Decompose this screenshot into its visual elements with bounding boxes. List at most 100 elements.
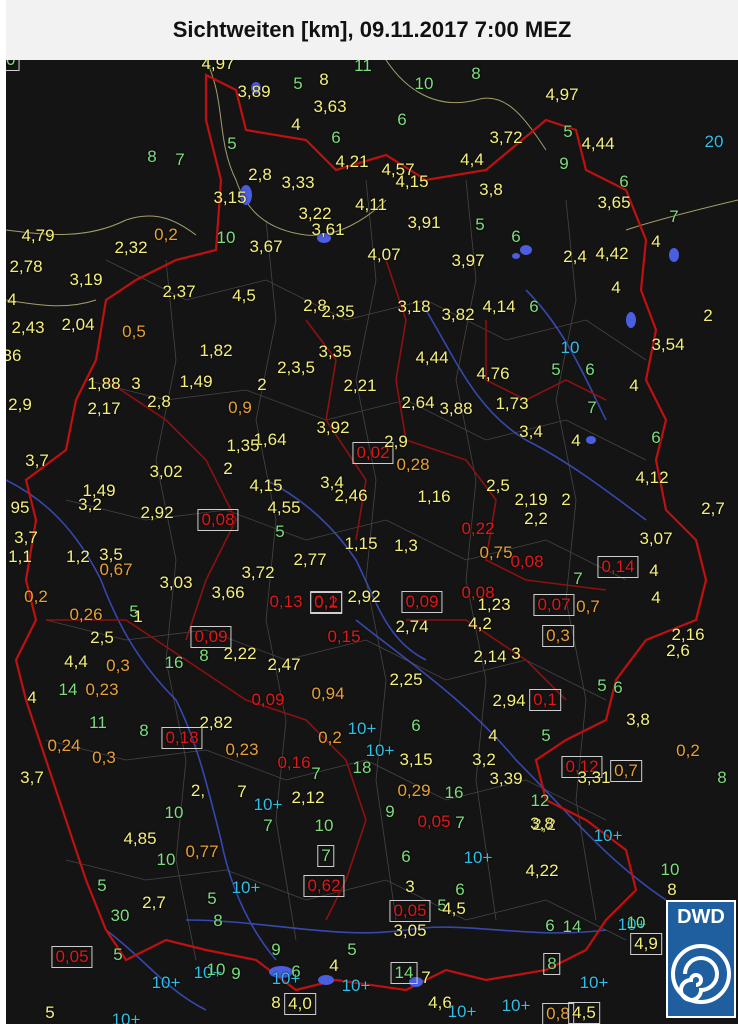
visibility-value: 5 [207,889,217,908]
visibility-value: 2 [223,459,233,478]
visibility-value: 10+ [593,826,623,845]
visibility-value: 7 [421,968,431,987]
visibility-value: 0,09 [251,690,285,709]
visibility-value: 1 [133,607,143,626]
visibility-value: 2,32 [114,238,148,257]
visibility-value: 8 [471,64,481,83]
visibility-value: 18 [352,758,372,777]
visibility-value: 7 [175,150,185,169]
visibility-value: 4 [488,726,498,745]
visibility-value: 4,4 [64,652,88,671]
visibility-value: 2,04 [61,315,95,334]
map-title: Sichtweiten [km], 09.11.2017 7:00 MEZ [172,17,572,42]
visibility-value: 0,07 [533,594,575,616]
visibility-value: 2,9 [384,432,408,451]
visibility-value: 6 [511,227,521,246]
visibility-value: 3,05 [393,921,427,940]
visibility-value: 1,82 [199,341,233,360]
visibility-value: 10+ [501,996,531,1015]
visibility-value: 10+ [271,969,301,988]
visibility-value: 2 [703,306,713,325]
visibility-value: 4,44 [415,348,449,367]
visibility-value: 6 [613,678,623,697]
visibility-value: 3,7 [25,451,49,470]
visibility-value: 2,92 [140,503,174,522]
visibility-value: 0,1 [529,689,561,711]
visibility-value: 2,8 [248,165,272,184]
visibility-value: 3,8 [479,180,503,199]
visibility-value: 0,62 [303,875,345,897]
visibility-value: 2,6 [666,641,690,660]
visibility-value: 0,9 [228,398,252,417]
visibility-value: 14 [58,680,78,699]
visibility-value: 14 [562,917,582,936]
visibility-value: 0,29 [397,781,431,800]
visibility-value: 3 [131,374,141,393]
visibility-map: 4,97 3,89 5 8 11 10 8 4,97 3,63 4 6 6 3,72 5 4,44 20 8 7 5… [6,60,738,1024]
visibility-value: 2,7 [701,499,725,518]
visibility-value: 0,28 [396,455,430,474]
visibility-value: 6 [401,847,411,866]
visibility-value: 0,15 [327,627,361,646]
visibility-value: 4 [7,290,17,309]
visibility-value: 36 [6,346,22,365]
visibility-value: 3,19 [69,270,103,289]
visibility-value: 10 [6,60,20,71]
visibility-value: 2,46 [334,486,368,505]
visibility-value: 16 [164,653,184,672]
visibility-value: 5 [45,1003,55,1022]
visibility-value: 3,92 [316,418,350,437]
visibility-value: 3,54 [651,335,685,354]
visibility-value: 6 [397,110,407,129]
visibility-value: 4 [27,688,37,707]
visibility-value: 0,2 [318,728,342,747]
visibility-value: 4,11 [355,195,387,214]
visibility-value: 0,3 [92,748,116,767]
visibility-value: 4,14 [482,297,516,316]
visibility-value: 2,64 [401,393,435,412]
visibility-value: 0,94 [311,684,345,703]
visibility-value: 0,67 [99,560,133,579]
visibility-value: 0,05 [389,900,431,922]
dwd-swirl-icon [671,944,731,1004]
visibility-value: 8 [717,768,727,787]
visibility-value: 3,15 [399,750,433,769]
visibility-value: 0,08 [197,509,239,531]
visibility-value: 4,12 [635,468,669,487]
visibility-value: 2,3,5 [277,358,315,377]
visibility-value: 2,4 [563,247,587,266]
visibility-value: 4 [291,115,301,134]
visibility-value: 3,82 [441,305,475,324]
visibility-value: 4,9 [630,933,662,955]
visibility-value: 2,7 [142,893,166,912]
visibility-value: 4,22 [525,861,559,880]
visibility-value: 7 [587,398,597,417]
visibility-value: 2,35 [321,302,355,321]
visibility-value: 3,97 [451,251,485,270]
visibility-value: 2 [257,375,267,394]
visibility-value: 6 [529,297,539,316]
visibility-value: 4,2 [468,614,492,633]
visibility-value: 0,75 [479,543,513,562]
visibility-value: 10 [314,816,334,835]
visibility-value: 10+ [463,848,493,867]
visibility-value: 7 [317,845,335,867]
visibility-value: 4,97 [545,85,579,104]
visibility-value: 2,2 [524,509,548,528]
visibility-value: 95 [10,498,30,517]
visibility-value: 5 [475,215,485,234]
visibility-value: 9 [385,802,395,821]
visibility-value: 1,2 [66,547,90,566]
visibility-value: 3 [405,877,415,896]
visibility-value: 0,3 [542,625,574,647]
visibility-value: 3 [511,644,521,663]
visibility-value: 3,15 [213,188,247,207]
visibility-value: 3,65 [597,193,631,212]
visibility-value: 6 [619,172,629,191]
visibility-value: 10 [164,803,184,822]
visibility-value: 4,5 [232,286,256,305]
visibility-value: 10+ [253,795,283,814]
visibility-value: 2,94 [492,691,526,710]
visibility-value: 0,22 [461,519,495,538]
visibility-value: 0,23 [85,680,119,699]
